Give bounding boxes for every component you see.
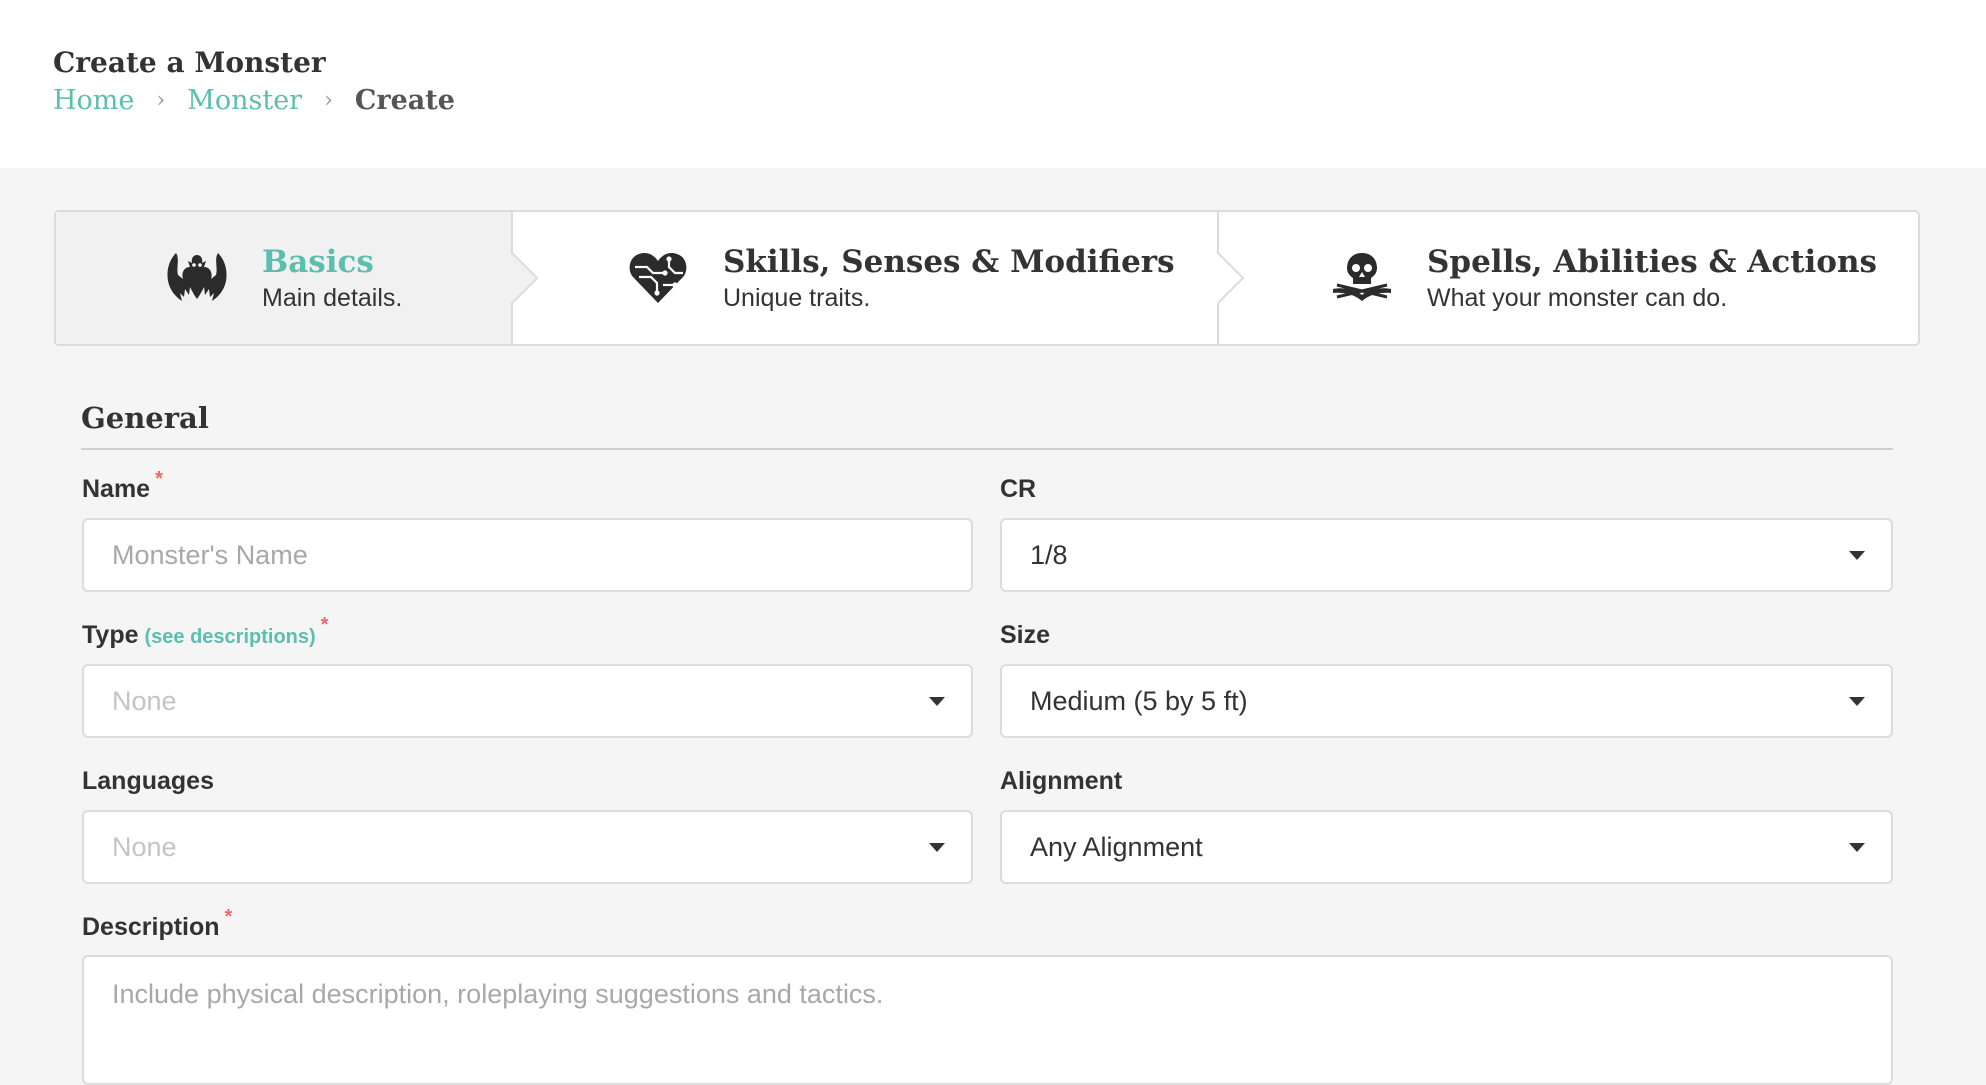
description-field: Description * [82,906,973,948]
step-skills[interactable]: Skills, Senses & Modifiers Unique traits… [513,212,1245,344]
required-marker: * [224,906,233,928]
required-marker: * [155,468,163,490]
page-header: Create a Monster Home › Monster › Create [0,0,1986,168]
skull-book-icon [1329,245,1395,311]
wizard-steps: Basics Main details. Skills, Senses & Mo… [54,210,1920,346]
cr-select[interactable]: 1/8 [1000,518,1893,592]
languages-value: None [112,831,177,862]
cr-field: CR 1/8 [1000,468,1893,592]
name-placeholder: Monster's Name [112,539,308,570]
step-spells[interactable]: Spells, Abilities & Actions What your mo… [1219,212,1918,344]
chevron-down-icon [1849,697,1865,706]
see-descriptions-link[interactable]: (see descriptions) [145,616,316,658]
step-basics[interactable]: Basics Main details. [56,212,539,344]
chevron-down-icon [1849,551,1865,560]
chevron-down-icon [1849,843,1865,852]
required-marker: * [320,614,329,636]
alignment-value: Any Alignment [1030,831,1203,862]
type-value: None [112,685,177,716]
chevron-down-icon [929,697,945,706]
breadcrumb-home-link[interactable]: Home [53,82,134,120]
languages-field: Languages None [82,760,973,884]
name-input[interactable]: Monster's Name [82,518,973,592]
cr-label: CR [1000,475,1037,503]
section-title-general: General [81,398,1893,450]
languages-select[interactable]: None [82,810,973,884]
alignment-label: Alignment [1000,767,1123,795]
step-title: Skills, Senses & Modifiers [723,244,1175,280]
step-subtitle: Main details. [262,284,403,312]
name-field: Name * Monster's Name [82,468,973,592]
languages-label: Languages [82,767,214,795]
size-value: Medium (5 by 5 ft) [1030,685,1248,716]
step-subtitle: What your monster can do. [1427,284,1728,312]
page-title: Create a Monster [53,46,326,79]
size-field: Size Medium (5 by 5 ft) [1000,614,1893,738]
dragon-icon [164,245,230,311]
step-title: Basics [262,244,374,280]
breadcrumb-monster-link[interactable]: Monster [187,82,302,120]
description-textarea[interactable] [82,955,1893,1085]
size-label: Size [1000,621,1051,649]
breadcrumb-separator: › [324,88,333,113]
name-label: Name [82,475,151,503]
type-label: Type [82,621,139,649]
type-field: Type (see descriptions) * None [82,614,973,738]
type-select[interactable]: None [82,664,973,738]
chevron-down-icon [929,843,945,852]
size-select[interactable]: Medium (5 by 5 ft) [1000,664,1893,738]
breadcrumb-separator: › [156,88,166,113]
breadcrumb: Home › Monster › Create [53,82,1933,120]
alignment-select[interactable]: Any Alignment [1000,810,1893,884]
description-label: Description [82,913,220,941]
cr-value: 1/8 [1030,539,1068,570]
alignment-field: Alignment Any Alignment [1000,760,1893,884]
step-title: Spells, Abilities & Actions [1427,244,1877,280]
step-subtitle: Unique traits. [723,284,871,312]
breadcrumb-current: Create [354,85,455,116]
circuit-heart-icon [625,245,691,311]
